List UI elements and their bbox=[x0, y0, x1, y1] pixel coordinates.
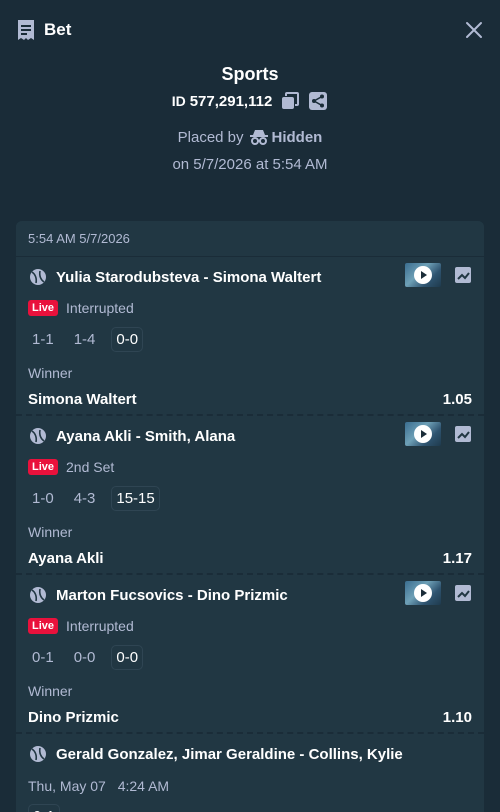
selected-outcome: Simona Waltert bbox=[28, 390, 137, 408]
play-icon bbox=[414, 266, 432, 284]
score-row: 1-0 4-3 15-15 bbox=[28, 478, 472, 518]
live-stream-thumbnail[interactable] bbox=[405, 422, 441, 446]
selected-outcome: Ayana Akli bbox=[28, 549, 104, 567]
bet-type-title: Sports bbox=[221, 64, 279, 84]
match-status: Interrupted bbox=[66, 618, 134, 634]
header-title-group: Bet bbox=[16, 19, 71, 41]
placed-by-row: Placed by Hidden bbox=[0, 126, 500, 148]
odds-value: 1.10 bbox=[442, 708, 472, 726]
match-name[interactable]: Marton Fucsovics - Dino Prizmic bbox=[56, 587, 288, 604]
selected-outcome: Dino Prizmic bbox=[28, 708, 119, 726]
live-badge: Live bbox=[28, 300, 59, 316]
match-status: Interrupted bbox=[66, 300, 134, 316]
set-score: 1-4 bbox=[73, 330, 96, 348]
market-name: Winner bbox=[28, 524, 73, 540]
stats-icon[interactable] bbox=[454, 266, 472, 284]
set-score: 4-3 bbox=[73, 489, 96, 507]
bet-leg: Marton Fucsovics - Dino Prizmic Live Int… bbox=[16, 575, 484, 734]
placed-date: on 5/7/2026 at 5:54 AM bbox=[172, 156, 328, 173]
set-score: 1-1 bbox=[32, 330, 54, 348]
set-score: 0-0 bbox=[73, 648, 96, 666]
score-row: 1-1 1-4 0-0 bbox=[28, 319, 472, 359]
incognito-icon bbox=[249, 130, 268, 145]
hidden-user-label: Hidden bbox=[271, 128, 323, 146]
modal-header: Bet bbox=[0, 0, 500, 60]
match-name[interactable]: Gerald Gonzalez, Jimar Geraldine - Colli… bbox=[56, 746, 403, 763]
tennis-icon bbox=[30, 746, 46, 762]
bet-leg: Yulia Starodubsteva - Simona Waltert Liv… bbox=[16, 257, 484, 416]
match-status: 2nd Set bbox=[66, 459, 115, 475]
match-date: Thu, May 07 bbox=[28, 778, 106, 794]
odds-value: 1.05 bbox=[442, 390, 472, 408]
market-name: Winner bbox=[28, 683, 73, 699]
bet-leg: Gerald Gonzalez, Jimar Geraldine - Colli… bbox=[16, 734, 484, 812]
match-name[interactable]: Ayana Akli - Smith, Alana bbox=[56, 428, 235, 445]
hidden-user: Hidden bbox=[249, 128, 323, 146]
live-stream-thumbnail[interactable] bbox=[405, 263, 441, 287]
placed-by-label: Placed by bbox=[177, 128, 244, 146]
set-score: 0-1 bbox=[32, 648, 54, 666]
receipt-icon bbox=[18, 20, 34, 40]
bet-id-row: ID 577,291,112 bbox=[0, 90, 500, 112]
live-stream-thumbnail[interactable] bbox=[405, 581, 441, 605]
market-name: Winner bbox=[28, 365, 73, 381]
bet-summary: Sports ID 577,291,112 Placed by Hidden o… bbox=[0, 62, 500, 176]
current-game-score: 15-15 bbox=[111, 485, 160, 511]
bet-details-card: 5:54 AM 5/7/2026 Yulia Starodubsteva - S… bbox=[16, 221, 484, 812]
stats-icon[interactable] bbox=[454, 584, 472, 602]
tennis-icon bbox=[30, 587, 46, 603]
score-row: 0-1 0-0 0-0 bbox=[28, 637, 472, 677]
match-name[interactable]: Yulia Starodubsteva - Simona Waltert bbox=[56, 269, 321, 286]
current-game-score: 0-1 bbox=[28, 804, 60, 812]
current-game-score: 0-0 bbox=[111, 644, 144, 670]
bet-id-label: ID bbox=[171, 93, 186, 109]
bet-id-value: 577,291,112 bbox=[189, 92, 273, 110]
close-icon[interactable] bbox=[464, 20, 484, 40]
odds-value: 1.17 bbox=[442, 549, 472, 567]
play-icon bbox=[414, 425, 432, 443]
modal-title: Bet bbox=[44, 20, 72, 39]
bet-leg: Ayana Akli - Smith, Alana Live 2nd Set 1… bbox=[16, 416, 484, 575]
live-badge: Live bbox=[28, 618, 59, 634]
tennis-icon bbox=[30, 428, 46, 444]
match-start-time: Thu, May 07 4:24 AM bbox=[28, 774, 472, 798]
live-badge: Live bbox=[28, 459, 59, 475]
share-icon[interactable] bbox=[308, 91, 328, 111]
tennis-icon bbox=[30, 269, 46, 285]
match-time: 4:24 AM bbox=[117, 778, 170, 794]
copy-icon[interactable] bbox=[280, 91, 300, 111]
stats-icon[interactable] bbox=[454, 425, 472, 443]
play-icon bbox=[414, 584, 432, 602]
current-game-score: 0-0 bbox=[111, 326, 144, 352]
bet-timestamp: 5:54 AM 5/7/2026 bbox=[16, 221, 484, 257]
set-score: 1-0 bbox=[32, 489, 54, 507]
